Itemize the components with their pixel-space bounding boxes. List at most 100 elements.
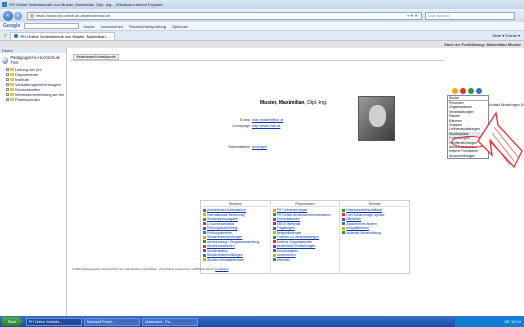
homepage-label: Homepage — [232, 124, 250, 128]
link-icon — [272, 258, 276, 262]
service-link-label: Abonnement ändern — [346, 221, 378, 226]
taskbar: Start PH Online Vorlesitz... Microsoft P… — [0, 316, 524, 327]
link-icon — [272, 253, 276, 257]
homepage-link[interactable]: http://www.max.at — [252, 124, 280, 128]
service-link-label: Bibliothek — [346, 217, 362, 222]
location-link[interactable]: Anzeigen — [252, 145, 267, 149]
link-icon — [272, 244, 276, 248]
feedback-link[interactable]: Feedback — [215, 267, 228, 271]
link-icon — [272, 222, 276, 226]
favorites-star-icon[interactable]: ★ — [3, 33, 7, 39]
service-link[interactable]: Webmail — [272, 258, 338, 263]
service-link-label: Themen zu Veranstaltungen — [276, 235, 320, 240]
folder-icon — [10, 78, 14, 81]
service-link-label: Fragebögen — [276, 226, 295, 231]
link-icon — [203, 213, 206, 217]
link-icon — [203, 249, 206, 253]
service-link-label: PH-Online Anwenderdokumentation — [276, 212, 331, 217]
taskbar-task[interactable]: Microsoft Power... — [84, 317, 140, 326]
folder-icon — [10, 83, 14, 86]
email-row: E-Mail max.muster@tsn.at — [220, 118, 283, 122]
service-link-label: Studierendenmittlungen — [207, 253, 243, 258]
column-header: Ressourcen — [272, 202, 338, 207]
tab-bar: ★ PH Online Vorlesitzende von Muster, Ma… — [0, 31, 524, 41]
folder-icon — [10, 88, 14, 91]
column-header: Dienste — [342, 202, 408, 207]
service-link-label: persönliche Einstellungen — [276, 244, 316, 249]
expand-icon[interactable] — [6, 83, 9, 86]
link-icon — [203, 258, 206, 262]
alert-icon[interactable] — [460, 88, 466, 94]
link-icon — [272, 240, 276, 244]
google-search-button[interactable]: Suche — [83, 24, 94, 29]
service-link-label: PH7 Infotechnologie — [276, 208, 308, 213]
google-toolbar: Google Suche Lesezeichen Rechtschreibprü… — [0, 22, 524, 31]
link-icon — [203, 235, 206, 239]
service-link[interactable]: Studien-Heimatadressen — [203, 258, 268, 263]
service-link-label: Prüfungstermine — [207, 230, 232, 235]
service-link-label: Studien-Heimatadressen — [207, 257, 245, 262]
browser-icon — [2, 2, 7, 7]
email-link[interactable]: max.muster@tsn.at — [252, 118, 283, 122]
service-link-label: Externe Organisationen — [276, 239, 313, 244]
back-button[interactable]: ‹ — [3, 10, 13, 21]
profile-title: Dipl.-Ing. — [307, 100, 328, 106]
forward-button[interactable]: › — [14, 11, 22, 20]
service-column: Studium persönliches Kalendarium Internati… — [201, 201, 270, 273]
service-columns: Studium persönliches Kalendarium Internati… — [200, 200, 410, 274]
annotation-arrow — [477, 111, 523, 169]
folder-icon — [10, 98, 14, 101]
expand-icon[interactable] — [6, 93, 9, 96]
expand-icon[interactable] — [6, 68, 9, 71]
help-icon[interactable] — [468, 88, 474, 94]
folder-icon — [10, 93, 14, 96]
profile-name-text: Muster, Maximilian — [260, 100, 305, 106]
face-shape — [369, 105, 386, 127]
expand-icon[interactable] — [6, 73, 9, 76]
info-icon[interactable] — [476, 88, 482, 94]
address-bar[interactable]: https://www.ph-online.ac.at/phl/webnav.i… — [27, 11, 422, 20]
service-link-label: Anerkennung / Zeugnisausstellung — [207, 239, 260, 244]
browser-tab[interactable]: PH Online Vorlesitzende von Muster, Maxi… — [10, 31, 116, 40]
sidebar-item[interactable]: Praxisschulen — [0, 97, 66, 102]
link-icon — [342, 208, 346, 212]
page-tools[interactable]: Seite ▾ Extras ▾ — [492, 33, 520, 38]
sidebar-root[interactable]: Pädagogische Hochschule Tirol — [0, 53, 66, 67]
expand-icon[interactable] — [6, 98, 9, 101]
service-column: Dienste Hochschulwirtschaftsrat Drei-Kanal… — [339, 201, 409, 273]
service-link[interactable]: laufende Weiterbildung — [342, 231, 407, 236]
link-icon — [342, 217, 346, 221]
link-icon — [203, 240, 206, 244]
service-link-label: Studienplanausgabe — [207, 217, 238, 222]
refresh-stop-icons[interactable]: ▾ ✚ ✖ — [407, 13, 418, 18]
column-header: Studium — [203, 202, 268, 207]
google-options[interactable]: Optionen — [172, 24, 188, 29]
google-search-box[interactable] — [24, 23, 80, 29]
start-button[interactable]: Start — [2, 317, 22, 326]
email-label: E-Mail — [239, 118, 250, 122]
profile-photo — [358, 96, 395, 141]
sidebar-root-label: Pädagogische Hochschule Tirol — [10, 55, 60, 65]
service-link-label: Prüfungsanmeldung — [207, 226, 238, 231]
location-label: Stammstellen — [228, 145, 250, 149]
link-icon — [272, 226, 276, 230]
google-spellcheck[interactable]: Rechtschreibprüfung — [129, 24, 166, 29]
taskbar-task[interactable]: PH Online Vorlesitz... — [26, 317, 82, 326]
taskbar-task[interactable]: Unbenannt - Pa... — [142, 317, 198, 326]
location-row: Stammstellen Anzeigen — [220, 145, 267, 149]
navigation-bar: ‹ › https://www.ph-online.ac.at/phl/webn… — [0, 9, 524, 22]
service-link-label: Beispielkalender — [276, 230, 302, 235]
service-link-label: laufende Weiterbildung — [346, 230, 381, 235]
link-icon — [203, 208, 206, 212]
google-bookmarks[interactable]: Lesezeichen — [101, 24, 123, 29]
profile-card: Muster, Maximilian, Dipl.-Ing. E-Mail max… — [200, 88, 415, 188]
search-input[interactable]: Live Search — [425, 11, 515, 20]
browser-tab-label: PH Online Vorlesitzende von Muster, Maxi… — [20, 33, 112, 39]
right-tab-strip[interactable]: Kontakt Einstellungen Datenschutz — [489, 103, 524, 108]
page-top-strip: Start der Fortbildung: Maximilian Muster — [0, 41, 524, 48]
home-icon[interactable] — [452, 88, 458, 94]
expand-icon[interactable] — [6, 78, 9, 81]
expand-icon[interactable] — [6, 88, 9, 91]
profile-name: Muster, Maximilian, Dipl.-Ing. — [260, 100, 328, 106]
service-link-label: Drei-Kanal Image Upload — [346, 212, 385, 217]
